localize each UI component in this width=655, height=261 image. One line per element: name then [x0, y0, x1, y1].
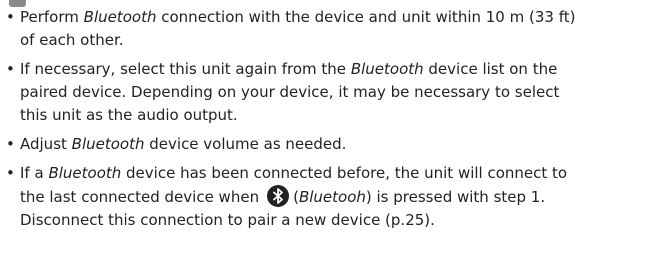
bluetooth-notes-list: • Perform Bluetooth connection with the … — [6, 6, 651, 238]
list-item: • If a Bluetooth device has been connect… — [6, 164, 568, 229]
list-item: • If necessary, select this unit again f… — [6, 60, 560, 124]
list-item: • Adjust Bluetooth device volume as need… — [6, 133, 651, 156]
bullet: • — [6, 164, 15, 182]
bullet: • — [6, 8, 15, 26]
list-item: • Perform Bluetooth connection with the … — [6, 8, 576, 49]
bluetooth-icon — [267, 185, 290, 207]
bullet: • — [6, 60, 15, 78]
bullet: • — [6, 135, 15, 153]
